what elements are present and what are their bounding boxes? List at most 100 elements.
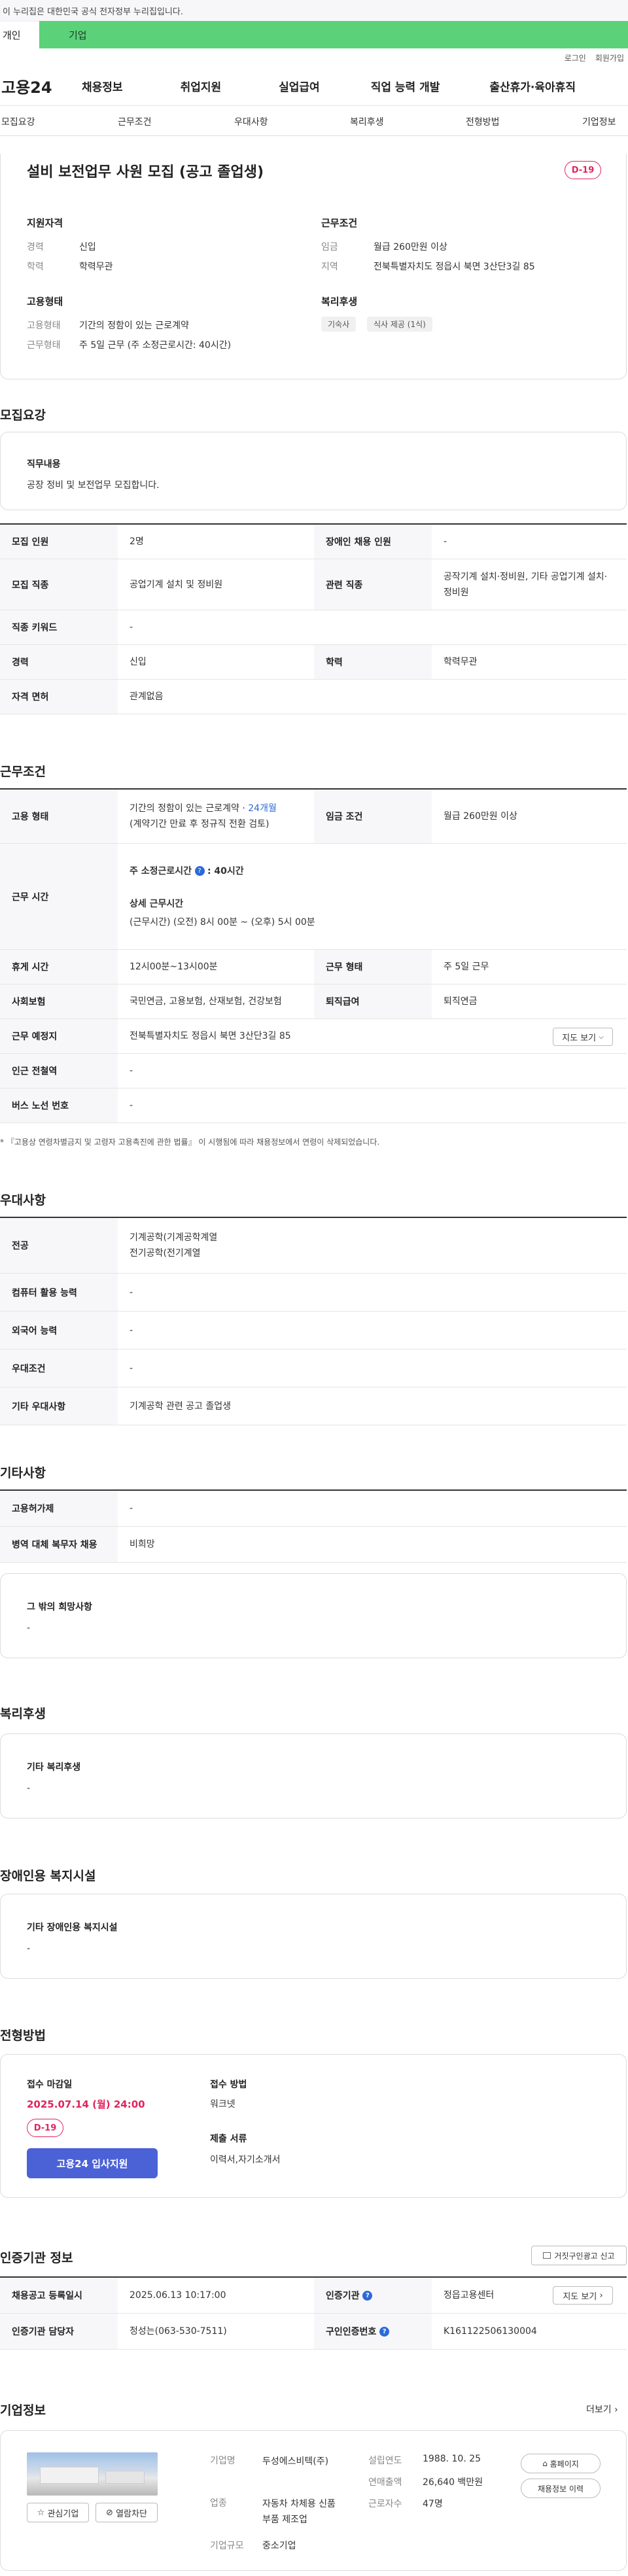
block-view-button[interactable]: ⊘ 열람차단 <box>96 2503 158 2522</box>
table-cell: 주 5일 근무 <box>444 962 489 972</box>
report-button[interactable]: 거짓구인광고 신고 <box>531 2246 627 2265</box>
tab-personal[interactable]: 개인 <box>0 21 39 48</box>
table-cell: 2025.06.13 10:17:00 <box>130 2290 226 2301</box>
disability-section-title: 장애인용 복지시설 <box>0 1869 96 1883</box>
table-header-cell: 인근 전철역 <box>0 1054 118 1088</box>
gnb-item-skills[interactable]: 직업 능력 개발 <box>371 78 440 94</box>
table-cell: 기간의 정함이 있는 근로계약 · 24개월 (계약기간 만료 후 정규직 전환… <box>118 790 314 843</box>
tab-company[interactable]: 기업정보 <box>582 115 616 128</box>
table-cell: 월급 260만원 이상 <box>444 811 517 822</box>
employees-value: 47명 <box>423 2499 443 2509</box>
emp-type-note: (계약기간 만료 후 정규직 전환 검토) <box>130 819 270 829</box>
table-cell: K161122506130004 <box>444 2326 537 2337</box>
table-row: 사회보험 국민연금, 고용보험, 산재보험, 건강보험 퇴직급여 퇴직연금 <box>0 984 627 1019</box>
area-label: 지역 <box>321 262 338 272</box>
site-logo[interactable]: 고용24 <box>0 75 82 97</box>
map-button[interactable]: 지도 보기 ⌵ <box>553 1028 613 1046</box>
tab-preference[interactable]: 우대사항 <box>234 115 268 128</box>
info-icon[interactable]: ? <box>379 2326 390 2337</box>
welfare-label: 기타 복리후생 <box>27 1762 81 1773</box>
table-header-cell: 장애인 채용 인원 <box>314 525 432 559</box>
table-row: 고용 형태 기간의 정함이 있는 근로계약 · 24개월 (계약기간 만료 후 … <box>0 790 627 844</box>
table-cell: 정성는(063-530-7511) <box>130 2326 227 2337</box>
apply-button[interactable]: 고용24 입사지원 <box>27 2148 158 2178</box>
tab-screening[interactable]: 전형방법 <box>466 115 500 128</box>
wage-value: 월급 260만원 이상 <box>374 242 447 252</box>
hope-label: 그 밖의 희망사항 <box>27 1602 92 1612</box>
emp-type-value: 기간의 정함이 있는 근로계약 <box>79 321 189 331</box>
history-button[interactable]: 채용정보 이력 <box>521 2479 601 2498</box>
preference-table: 전공 기계공학(기계공학계열 전기공학(전기계열 컴퓨터 활용 능력 - 외국어… <box>0 1217 627 1425</box>
size-label: 기업규모 <box>210 2541 244 2551</box>
like-company-button[interactable]: ☆ 관심기업 <box>27 2503 89 2522</box>
tab-recruit[interactable]: 모집요강 <box>1 115 35 128</box>
work-shape-label: 근무형태 <box>27 340 61 351</box>
table-header-cell: 인증기관 담당자 <box>0 2314 118 2349</box>
section-tabs: 모집요강 근무조건 우대사항 복리후생 전형방법 기업정보 <box>0 106 628 136</box>
info-icon[interactable]: ? <box>362 2290 373 2301</box>
tab-company[interactable]: 기업 <box>39 21 628 48</box>
info-icon[interactable]: ? <box>194 866 205 876</box>
table-cell: - <box>130 1287 133 1298</box>
table-header-cell: 퇴직급여 <box>314 984 432 1018</box>
table-cell: - <box>130 1066 133 1076</box>
more-link[interactable]: 더보기 › <box>586 2403 618 2416</box>
emp-type-label: 고용형태 <box>27 321 61 331</box>
table-header-cell: 임금 조건 <box>314 790 432 843</box>
education-value: 학력무관 <box>79 262 113 272</box>
cert-section-title: 인증기관 정보 <box>0 2251 73 2265</box>
career-value: 신입 <box>79 242 96 252</box>
table-row: 모집 직종 공업기계 설치 및 정비원 관련 직종 공작기계 설치·정비원, 기… <box>0 559 627 610</box>
gnb-item-jobs[interactable]: 채용정보 <box>82 78 123 94</box>
work-cond-heading: 근무조건 <box>321 217 358 229</box>
block-view-label: 열람차단 <box>116 2509 147 2519</box>
table-row: 전공 기계공학(기계공학계열 전기공학(전기계열 <box>0 1218 627 1274</box>
table-cell: 국민연금, 고용보험, 산재보험, 건강보험 <box>130 996 282 1007</box>
block-icon: ⊘ <box>106 2507 113 2518</box>
map-button[interactable]: 지도 보기 › <box>553 2286 613 2305</box>
docs-label: 제출 서류 <box>210 2134 247 2144</box>
table-row: 채용공고 등록일시 2025.06.13 10:17:00 인증기관 ? 정읍고… <box>0 2278 627 2314</box>
recruit-table: 모집 인원 2명 장애인 채용 인원 - 모집 직종 공업기계 설치 및 정비원… <box>0 523 627 714</box>
table-cell: 공작기계 설치·정비원, 기타 공업기계 설치·정비원 <box>444 571 608 598</box>
duty-label: 직무내용 <box>27 459 61 470</box>
login-link[interactable]: 로그인 <box>565 52 586 63</box>
industry-value: 자동차 차체용 신품 부품 제조업 <box>262 2499 336 2525</box>
tab-welfare[interactable]: 복리후생 <box>350 115 384 128</box>
alert-icon <box>543 2252 551 2259</box>
gnb-item-parental-leave[interactable]: 출산휴가·육아휴직 <box>489 78 576 94</box>
table-header-cell: 병역 대체 복무자 채용 <box>0 1527 118 1562</box>
gnb-item-employment-support[interactable]: 취업지원 <box>181 78 222 94</box>
table-row: 버스 노선 번호 - <box>0 1088 627 1123</box>
deadline-label: 접수 마감일 <box>27 2080 73 2090</box>
tab-personal-label: 개인 <box>3 29 21 41</box>
method-value: 워크넷 <box>210 2099 236 2110</box>
homepage-label: 홈페이지 <box>550 2459 579 2469</box>
founded-label: 설립연도 <box>368 2456 402 2466</box>
disability-label: 기타 장애인용 복지시설 <box>27 1923 118 1933</box>
cert-table: 채용공고 등록일시 2025.06.13 10:17:00 인증기관 ? 정읍고… <box>0 2276 627 2350</box>
join-link[interactable]: 회원가입 <box>595 52 624 63</box>
company-name-label: 기업명 <box>210 2456 236 2466</box>
table-header-cell: 모집 직종 <box>0 559 118 610</box>
homepage-button[interactable]: ⌂ 홈페이지 <box>521 2454 601 2473</box>
table-cell: 공업기계 설치 및 정비원 <box>130 579 223 590</box>
area-value: 전북특별자치도 정읍시 북면 3산단3길 85 <box>374 262 535 272</box>
screening-section-title: 전형방법 <box>0 2028 46 2043</box>
table-cell: 비희망 <box>130 1539 155 1550</box>
table-cell: 12시00분~13시00분 <box>130 962 218 972</box>
map-button-label: 지도 보기 <box>563 2291 597 2302</box>
wage-label: 임금 <box>321 242 338 252</box>
table-cell: - <box>444 536 447 547</box>
emp-type-heading: 고용형태 <box>27 296 63 307</box>
utility-links: 로그인 회원가입 <box>0 48 628 67</box>
tab-conditions[interactable]: 근무조건 <box>118 115 152 128</box>
sales-label: 연매출액 <box>368 2477 402 2488</box>
table-header-cell: 버스 노선 번호 <box>0 1088 118 1123</box>
table-header-cell: 휴게 시간 <box>0 950 118 984</box>
factory-building <box>105 2471 145 2484</box>
table-header-cell: 사회보험 <box>0 984 118 1018</box>
table-cell: 기계공학 관련 공고 졸업생 <box>130 1401 232 1412</box>
weekly-hours-label: 주 소정근로시간 <box>130 865 192 877</box>
gnb-item-unemployment-benefit[interactable]: 실업급여 <box>279 78 320 94</box>
